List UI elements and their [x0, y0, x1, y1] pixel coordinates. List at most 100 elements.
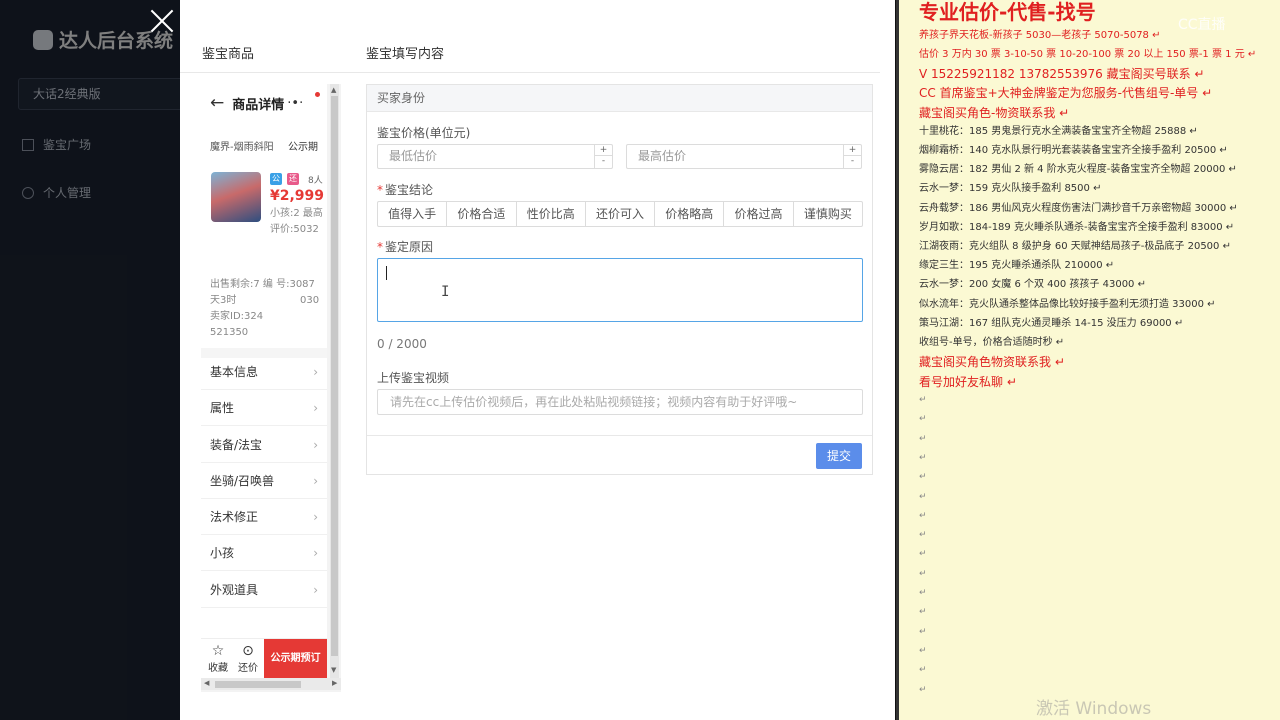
video-label: 上传鉴宝视频 [377, 371, 450, 385]
windows-watermark: 激活 Windows [1036, 699, 1152, 719]
empty-line-pilcrow: ↵ [919, 588, 927, 598]
bargain-button[interactable]: ⊙ 还价 [233, 643, 263, 674]
public-tag: 公 [270, 173, 282, 185]
close-icon[interactable] [147, 6, 177, 36]
empty-line-pilcrow: ↵ [919, 549, 927, 560]
menu-child[interactable]: 小孩 › [201, 535, 327, 571]
option-fair-price[interactable]: 价格合适 [447, 202, 517, 226]
horizontal-scroll-thumb[interactable] [215, 681, 301, 688]
sale-meta: 出售剩余:7 编 号:3087 [210, 279, 315, 290]
back-arrow-icon[interactable]: ← [210, 93, 224, 113]
menu-spell-correction[interactable]: 法术修正 › [201, 499, 327, 535]
char-counter: 0 / 2000 [377, 337, 427, 351]
appraisal-form: 买家身份 鉴宝价格(单位元) 最低估价 + - 最高估价 + - * 鉴宝结论 值得入… [366, 84, 873, 475]
star-icon: ☆ [211, 643, 225, 659]
increment-icon[interactable]: + [595, 145, 612, 156]
note-line: CC 首席鉴宝+大神金牌鉴定为您服务-代售组号-单号 ↵ [919, 86, 1213, 100]
sale-meta-time: 天3时 [210, 295, 237, 306]
increment-icon[interactable]: + [844, 145, 861, 156]
note-line: 养孩子界天花板-新孩子 5030—老孩子 5070-5078 ↵ [919, 30, 1161, 41]
scroll-down-icon[interactable]: ▼ [331, 666, 336, 674]
note-line: 估价 3 万内 30 票 3-10-50 票 10-20-100 票 20 以上… [919, 49, 1257, 60]
empty-line-pilcrow: ↵ [919, 607, 927, 618]
empty-line-pilcrow: ↵ [919, 395, 927, 405]
menu-mounts[interactable]: 坐骑/召唤兽 › [201, 463, 327, 499]
note-line: 江湖夜雨：克火组队 8 级护身 60 天赋神结局孩子-极品底子 20500 ↵ [919, 241, 1231, 252]
option-too-high[interactable]: 价格过高 [724, 202, 794, 226]
conclusion-label: * 鉴宝结论 [377, 183, 434, 197]
price-stepper[interactable]: + - [843, 145, 861, 168]
min-price-input[interactable]: 最低估价 + - [377, 144, 613, 169]
note-line: 云舟载梦：186 男仙风克火程度伤害法门满抄音千万亲密物超 30000 ↵ [919, 203, 1238, 214]
empty-line-pilcrow: ↵ [919, 665, 927, 676]
empty-line-pilcrow: ↵ [919, 472, 927, 483]
appraisal-dialog: 鉴宝商品 鉴宝填写内容 ← 商品详情 ·•· 魔界-烟雨斜阳 公示期 公 还 8… [180, 0, 895, 720]
goods-header: 鉴宝商品 [202, 47, 255, 62]
empty-line-pilcrow: ↵ [919, 645, 927, 656]
menu-appearance[interactable]: 外观道具 › [201, 572, 327, 608]
menu-basic-info[interactable]: 基本信息 › [201, 354, 327, 390]
preview-content: ← 商品详情 ·•· 魔界-烟雨斜阳 公示期 公 还 8人 ¥2,999 小孩:… [201, 84, 327, 679]
option-good-value[interactable]: 性价比高 [517, 202, 586, 226]
decrement-icon[interactable]: - [595, 156, 612, 167]
form-header: 鉴宝填写内容 [366, 47, 445, 62]
reserve-button[interactable]: 公示期预订 [264, 639, 327, 679]
note-line: 收组号-单号，价格合适随时秒 ↵ [919, 337, 1065, 348]
note-title: 专业估价-代售-找号 [919, 0, 1096, 24]
cc-logo: CC直播 [1178, 17, 1226, 33]
reason-label: * 鉴定原因 [377, 240, 434, 254]
price-stepper[interactable]: + - [594, 145, 612, 168]
character-avatar [211, 172, 261, 222]
footer-divider [367, 435, 872, 436]
price: ¥2,999 [270, 188, 325, 204]
menu-attributes[interactable]: 属性 › [201, 390, 327, 426]
empty-line-pilcrow: ↵ [919, 414, 927, 425]
note-line: 策马江湖：167 组队克火通灵睡杀 14-15 没压力 69000 ↵ [919, 318, 1184, 329]
modal-overlay [0, 0, 180, 720]
empty-line-pilcrow: ↵ [919, 491, 927, 502]
note-line: 藏宝阁买角色物资联系我 ↵ [919, 355, 1065, 369]
yen-icon: ⊙ [242, 643, 254, 659]
scroll-right-icon[interactable]: ▶ [332, 679, 337, 687]
chevron-right-icon: › [313, 364, 318, 379]
seller-id-cont: 521350 [210, 327, 249, 338]
empty-line-pilcrow: ↵ [919, 626, 927, 637]
note-line: 藏宝阁买角色-物资联系我 ↵ [919, 106, 1070, 120]
max-price-input[interactable]: 最高估价 + - [626, 144, 862, 169]
header-divider [180, 72, 880, 73]
note-line: 云水一梦：159 克火队接手盈利 8500 ↵ [919, 183, 1102, 194]
submit-button[interactable]: 提交 [816, 443, 862, 469]
chevron-right-icon: › [313, 473, 318, 488]
option-bargain-ok[interactable]: 还价可入 [586, 202, 656, 226]
notepad-overlay: 专业估价-代售-找号 CC直播 养孩子界天花板-新孩子 5030—老孩子 507… [896, 0, 1280, 720]
decrement-icon[interactable]: - [844, 156, 861, 167]
scroll-up-icon[interactable]: ▲ [331, 86, 336, 94]
people-count: 8人 [308, 176, 323, 186]
note-line: 十里桃花：185 男鬼景行克水全满装备宝宝齐全物超 25888 ↵ [919, 126, 1198, 137]
preview-topbar: ← 商品详情 ·•· [201, 84, 327, 122]
return-tag: 还 [287, 173, 299, 185]
option-worth-buying[interactable]: 值得入手 [378, 202, 448, 226]
video-link-input[interactable]: 请先在cc上传估价视频后，再在此处粘贴视频链接；视频内容有助于好评哦~ [377, 389, 863, 415]
chevron-right-icon: › [313, 582, 318, 597]
chevron-right-icon: › [313, 509, 318, 524]
ibeam-cursor-icon: I [441, 284, 450, 300]
scroll-left-icon[interactable]: ◀ [204, 679, 209, 687]
reason-textarea[interactable]: I [377, 258, 863, 322]
more-dots-icon[interactable]: ·•· [287, 96, 303, 111]
vertical-scroll-thumb[interactable] [331, 96, 338, 656]
sale-meta-id: 030 [300, 295, 320, 306]
note-line: 似水流年：克火队通杀整体品像比较好接手盈利无须打造 33000 ↵ [919, 299, 1216, 310]
collect-button[interactable]: ☆ 收藏 [203, 643, 233, 674]
option-slightly-high[interactable]: 价格略高 [655, 202, 725, 226]
chevron-right-icon: › [313, 400, 318, 415]
seller-id: 卖家ID:324 [210, 311, 264, 322]
note-line: 云水一梦：200 女魔 6 个双 400 孩孩子 43000 ↵ [919, 279, 1146, 290]
menu-equipment[interactable]: 装备/法宝 › [201, 427, 327, 463]
option-cautious[interactable]: 谨慎购买 [794, 202, 862, 226]
chevron-right-icon: › [313, 437, 318, 452]
child-info: 小孩:2 最高评价:5032 [270, 208, 323, 235]
server-name: 魔界-烟雨斜阳 [210, 142, 274, 153]
empty-line-pilcrow: ↵ [919, 433, 927, 444]
note-line: 看号加好友私聊 ↵ [919, 375, 1017, 389]
